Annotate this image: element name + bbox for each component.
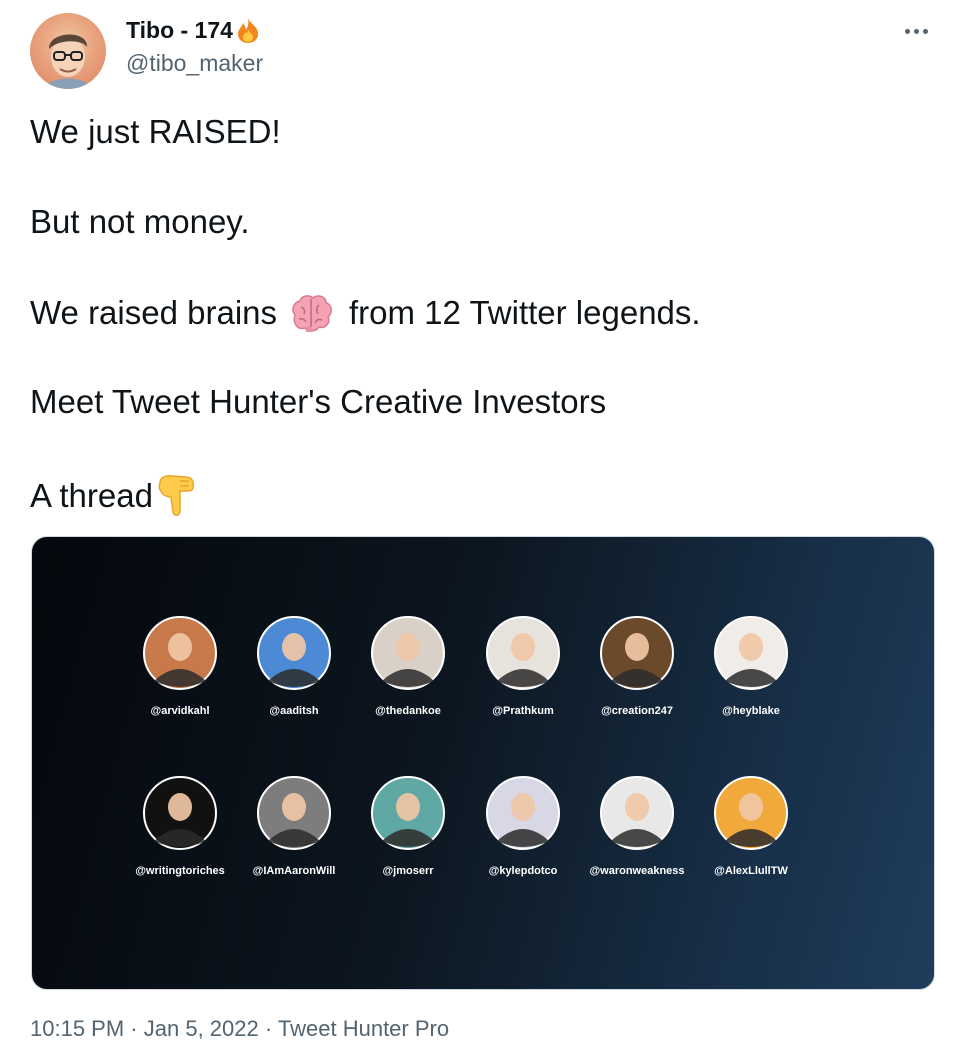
- investor-handle: @creation247: [601, 705, 673, 717]
- investor-avatar: [486, 776, 560, 850]
- investor-avatar: [371, 776, 445, 850]
- investor-handle: @AlexLlullTW: [714, 865, 788, 877]
- investor-handle: @aaditsh: [269, 705, 319, 717]
- tweet: Tibo - 174 @tibo_maker We just RAISED! B…: [0, 0, 970, 1058]
- author-name-row[interactable]: Tibo - 174: [126, 16, 262, 44]
- tweet-line-3-part-1: We raised brains: [30, 294, 278, 331]
- tweet-line-3: We raised brains from 12 Twitter legends…: [30, 293, 701, 333]
- tweet-source-link[interactable]: Tweet Hunter Pro: [278, 1016, 449, 1041]
- author-name[interactable]: Tibo - 174: [126, 17, 233, 44]
- investor-avatar: [257, 616, 331, 690]
- more-options-icon[interactable]: [903, 22, 933, 42]
- investor-handle: @waronweakness: [589, 865, 685, 877]
- investor-handle: @writingtoriches: [135, 865, 225, 877]
- investor-avatar: [143, 616, 217, 690]
- tweet-time-link[interactable]: 10:15 PM · Jan 5, 2022: [30, 1016, 259, 1041]
- author-handle[interactable]: @tibo_maker: [126, 50, 263, 77]
- tweet-line-1: We just RAISED!: [30, 113, 281, 150]
- investor-handle: @thedankoe: [375, 705, 441, 717]
- tweet-meta: 10:15 PM · Jan 5, 2022 · Tweet Hunter Pr…: [30, 1016, 449, 1042]
- investor-handle: @Prathkum: [492, 705, 554, 717]
- investor-avatar: [143, 776, 217, 850]
- backhand-index-pointing-down-icon: [156, 473, 196, 519]
- investor-avatar: [486, 616, 560, 690]
- investor-handle: @heyblake: [722, 705, 780, 717]
- author-avatar[interactable]: [30, 13, 106, 89]
- tweet-media-image[interactable]: @arvidkahl @aaditsh @thedankoe @Prathkum @cr…: [31, 536, 935, 990]
- tweet-line-3-part-2: from 12 Twitter legends.: [349, 294, 701, 331]
- tweet-line-5-text: A thread: [30, 477, 153, 514]
- investor-handle: @arvidkahl: [150, 705, 210, 717]
- investor-avatar: [257, 776, 331, 850]
- meta-separator: ·: [264, 1016, 273, 1041]
- tweet-line-4: Meet Tweet Hunter's Creative Investors: [30, 383, 607, 420]
- tweet-line-2: But not money.: [30, 203, 250, 240]
- investor-handle: @kylepdotco: [488, 865, 558, 877]
- investor-avatar: [600, 616, 674, 690]
- investor-avatar: [714, 616, 788, 690]
- investor-handle: @jmoserr: [382, 865, 434, 877]
- investor-avatar: [714, 776, 788, 850]
- fire-icon: [234, 16, 262, 44]
- brain-icon: [289, 293, 333, 333]
- tweet-line-5: A thread: [30, 473, 196, 519]
- investor-handle: @IAmAaronWill: [252, 865, 336, 877]
- investor-avatar: [371, 616, 445, 690]
- investor-avatar: [600, 776, 674, 850]
- investor-grid: [143, 616, 788, 850]
